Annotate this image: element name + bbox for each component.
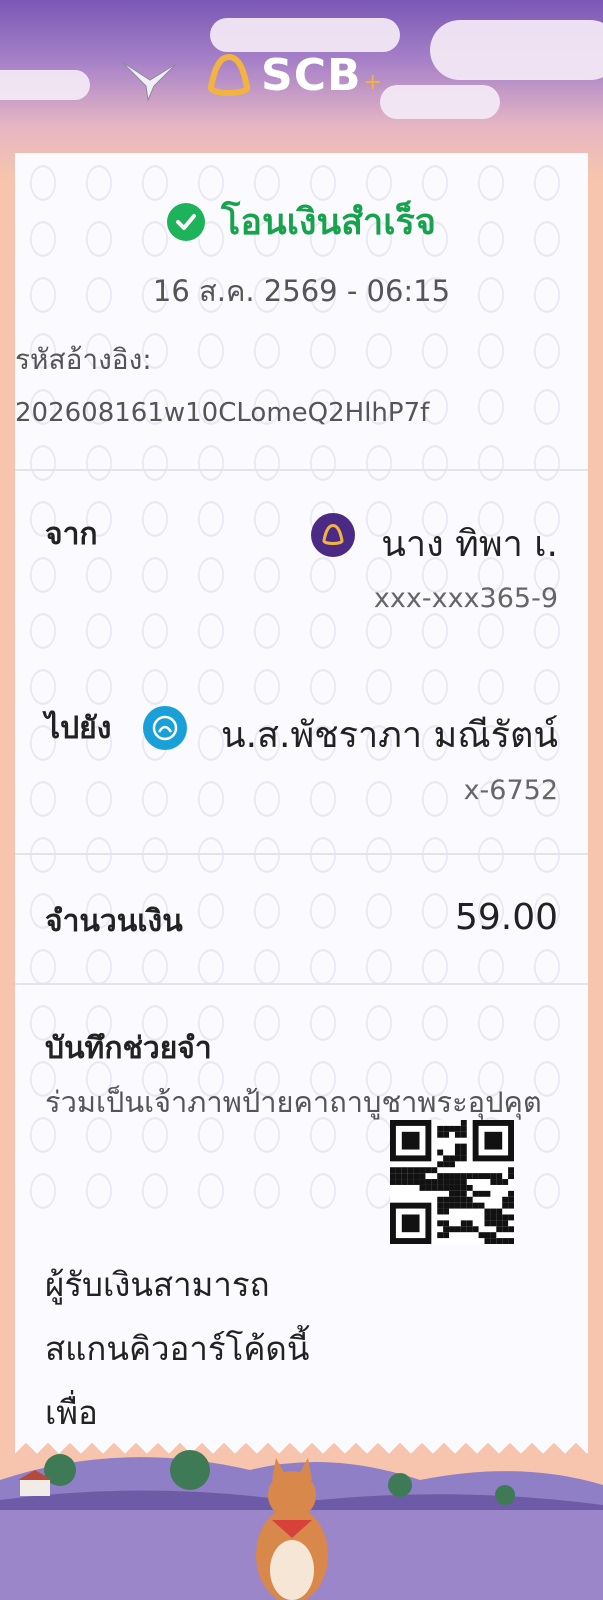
from-label: จาก — [45, 517, 98, 552]
landscape-illustration — [0, 1450, 603, 1600]
qr-note: ผู้รับเงินสามารถสแกนคิวอาร์โค้ดนี้เพื่อ — [45, 1265, 310, 1432]
recipient-account: x-6752 — [463, 775, 558, 806]
sender-name: นาง ทิพา เ. — [381, 524, 558, 565]
receipt-card: โอนเงินสำเร็จ 16 ส.ค. 2569 - 06:15 รหัสอ… — [15, 153, 588, 1443]
cloud — [0, 70, 90, 100]
bird-icon — [121, 61, 177, 102]
scb-logo: SCB + — [205, 50, 382, 101]
sender-account: xxx-xxx365-9 — [373, 583, 558, 614]
brand-name: SCB — [261, 50, 362, 101]
divider — [15, 853, 588, 855]
scb-bank-icon — [311, 513, 355, 557]
divider — [15, 983, 588, 985]
check-icon — [167, 202, 205, 241]
qr-section: ผู้รับเงินสามารถสแกนคิวอาร์โค้ดนี้เพื่อ — [15, 1228, 588, 1443]
transaction-datetime: 16 ส.ค. 2569 - 06:15 — [152, 274, 451, 308]
cloud — [210, 18, 400, 52]
kbank-icon — [143, 706, 187, 750]
amount-value: 59.00 — [454, 897, 558, 938]
cloud — [380, 85, 500, 119]
recipient-name: น.ส.พัชราภา มณีรัตน์ — [220, 715, 558, 756]
divider — [15, 469, 588, 471]
qr-code[interactable] — [390, 1120, 514, 1244]
status-row: โอนเงินสำเร็จ — [15, 193, 588, 250]
cloud — [430, 20, 603, 80]
reference-value[interactable]: 202608161w10CLomeQ2HlhP7f — [15, 398, 429, 428]
scb-logo-icon — [208, 53, 250, 96]
memo-label: บันทึกช่วยจำ — [45, 1031, 212, 1066]
status-text: โอนเงินสำเร็จ — [221, 202, 436, 243]
brand-plus: + — [363, 70, 382, 95]
amount-label: จำนวนเงิน — [45, 904, 183, 939]
to-label: ไปยัง — [45, 711, 112, 746]
reference-label: รหัสอ้างอิง: — [15, 343, 152, 376]
